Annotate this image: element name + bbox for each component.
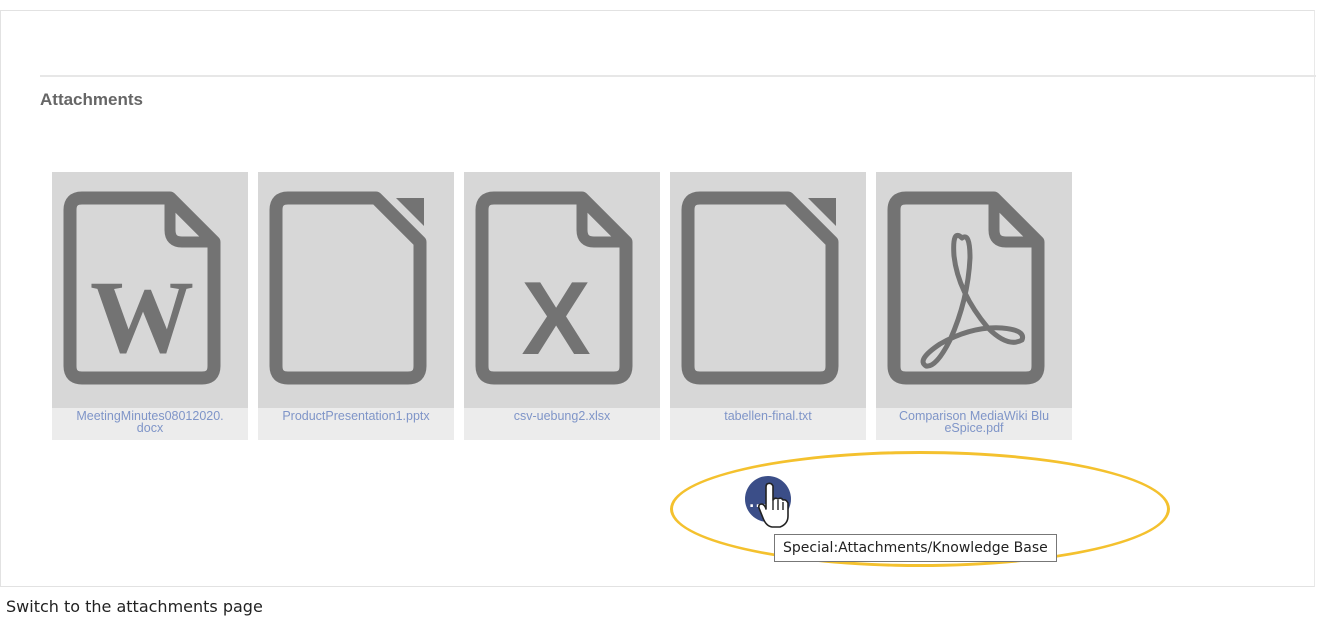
svg-text:X: X [521,261,590,377]
excel-document-icon: X [475,191,633,385]
svg-text:W: W [90,260,194,375]
section-divider [40,75,1316,77]
blank-document-icon [681,191,839,385]
blank-document-icon [269,191,427,385]
attachment-filename[interactable]: ProductPresentation1.pptx [258,408,454,440]
attachment-tile-txt[interactable]: tabellen-final.txt [670,172,866,440]
attachment-tile-xlsx[interactable]: X csv-uebung2.xlsx [464,172,660,440]
attachment-tile-docx[interactable]: W MeetingMinutes08012020. docx [52,172,248,440]
word-document-icon: W [63,191,221,385]
attachment-filename[interactable]: csv-uebung2.xlsx [464,408,660,440]
attachment-tile-pdf[interactable]: Comparison MediaWiki Blu eSpice.pdf [876,172,1072,440]
attachment-tile-pptx[interactable]: ProductPresentation1.pptx [258,172,454,440]
attachments-heading: Attachments [40,90,143,109]
figure-caption: Switch to the attachments page [6,597,263,616]
attachment-filename[interactable]: MeetingMinutes08012020. docx [52,408,248,440]
link-tooltip: Special:Attachments/Knowledge Base [774,534,1057,562]
hand-pointer-icon [758,482,789,528]
pdf-document-icon [887,191,1045,385]
attachment-filename[interactable]: tabellen-final.txt [670,408,866,440]
attachment-filename[interactable]: Comparison MediaWiki Blu eSpice.pdf [876,408,1072,440]
